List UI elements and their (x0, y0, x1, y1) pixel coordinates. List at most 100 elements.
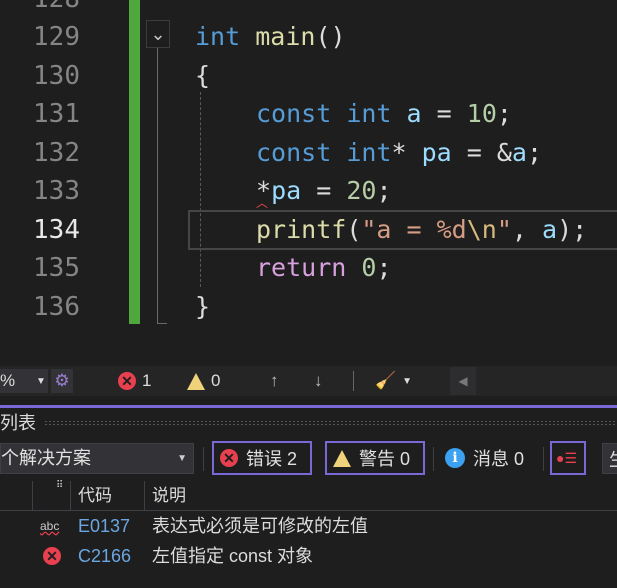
keyword-return: return (256, 253, 347, 282)
zoom-value: % (0, 371, 16, 390)
panel-accent-line (0, 405, 617, 408)
warning-count[interactable]: 0 (187, 371, 220, 391)
error-icon: ✕ (43, 547, 61, 565)
zoom-dropdown[interactable]: % ▼ (0, 369, 48, 393)
collapse-chevron-icon[interactable]: ⌄ (146, 20, 170, 48)
messages-filter-button[interactable]: i 消息 0 (437, 441, 537, 475)
code-line[interactable]: { (195, 57, 210, 96)
operator: = & (451, 138, 512, 167)
variable: a (406, 99, 422, 128)
filter-list-icon: ●☰ (556, 449, 578, 466)
function-name: main (255, 22, 316, 51)
operator: * (391, 138, 422, 167)
error-description: 表达式必须是可修改的左值 (152, 516, 368, 536)
code-line[interactable]: return 0; (256, 249, 392, 288)
string: " (496, 215, 512, 244)
error-row[interactable]: ✕ C2166 左值指定 const 对象 (0, 541, 617, 571)
previous-arrow-icon[interactable]: ↑ (270, 371, 279, 391)
punct: ( (346, 215, 362, 244)
string: "a = %d (361, 215, 467, 244)
messages-filter-label: 消息 0 (473, 449, 525, 469)
line-number: 132 (33, 138, 80, 168)
code-line-current[interactable]: printf("a = %d\n", a); (256, 211, 587, 250)
line-number: 133 (33, 176, 80, 206)
column-divider (144, 481, 145, 511)
warnings-filter-label: 警告 0 (359, 449, 411, 469)
intellicode-icon[interactable]: ⚙ (51, 369, 73, 393)
chevron-down-icon: ▼ (402, 375, 413, 387)
error-icon: ✕ (220, 449, 238, 467)
divider (353, 371, 354, 391)
code-line[interactable]: } (195, 288, 210, 327)
function-name: printf (256, 215, 347, 244)
errors-filter-label: 错误 2 (246, 449, 298, 469)
scope-value: 个解决方案 (1, 448, 91, 468)
divider (543, 447, 544, 471)
punct: ; (376, 176, 392, 205)
keyword: int (346, 99, 392, 128)
keyword: const (256, 138, 332, 167)
punct: ; (526, 138, 543, 167)
indent-guide (200, 92, 201, 287)
line-number: 135 (33, 253, 80, 283)
keyword: int (195, 22, 241, 51)
variable: pa (421, 138, 452, 167)
column-divider (32, 481, 33, 511)
escape: \n (466, 215, 497, 244)
code-line[interactable]: int main() (195, 18, 346, 57)
code-line[interactable]: const int* pa = &a; (256, 134, 542, 173)
intellisense-abc-icon: abc (40, 519, 60, 533)
variable: a (511, 138, 527, 167)
variable: a (542, 215, 558, 244)
column-header-description[interactable]: 说明 (152, 481, 186, 511)
line-number: 129 (33, 22, 80, 52)
chevron-down-icon: ▼ (36, 375, 46, 387)
code-cleanup-brush-icon[interactable]: 🧹 ▼ (375, 371, 412, 391)
warning-count-value: 0 (211, 371, 221, 390)
divider (433, 447, 434, 471)
punct: ; (376, 253, 392, 282)
operator: = (301, 176, 347, 205)
drag-grip[interactable] (44, 420, 617, 426)
code-line[interactable]: const int a = 10; (256, 95, 512, 134)
column-header-code[interactable]: 代码 (78, 481, 112, 511)
line-number-current: 134 (33, 215, 80, 245)
number: 10 (466, 99, 497, 128)
error-count-value: 1 (142, 371, 152, 390)
number: 20 (346, 176, 377, 205)
number: 0 (361, 253, 377, 282)
warnings-filter-button[interactable]: 警告 0 (325, 441, 425, 475)
info-icon: i (445, 448, 465, 468)
error-row[interactable]: abc E0137 表达式必须是可修改的左值 (0, 511, 617, 541)
line-number: 130 (33, 61, 80, 91)
line-number: 128 (0, 0, 80, 19)
keyword: const (256, 99, 332, 128)
errors-filter-button[interactable]: ✕ 错误 2 (212, 441, 312, 475)
code-editor[interactable]: ⌄ 128 129 130 131 132 133 134 135 136 in… (0, 0, 617, 366)
error-list-header: ⠿ 代码 说明 (0, 480, 617, 511)
build-scope-value: 生 (609, 446, 617, 472)
editor-status-toolbar: % ▼ ⚙ ✕ 1 0 ↑ ↓ 🧹 ▼ ◀ (0, 366, 617, 396)
operator: = (421, 99, 467, 128)
code-line[interactable]: *pa = 20; (256, 172, 392, 211)
fold-guide (157, 48, 167, 324)
error-list-title-bar: 列表 (0, 410, 617, 436)
keyword: int (346, 138, 392, 167)
variable: pa (271, 176, 302, 205)
build-scope-dropdown[interactable]: 生 (602, 443, 617, 474)
error-count[interactable]: ✕ 1 (118, 371, 151, 391)
warning-icon (187, 372, 205, 390)
filter-toggle-button[interactable]: ●☰ (550, 441, 586, 475)
warning-icon (333, 449, 351, 467)
error-icon: ✕ (118, 372, 136, 390)
scroll-left-icon[interactable]: ◀ (450, 367, 476, 395)
error-code: E0137 (78, 516, 131, 536)
column-divider (70, 481, 71, 511)
punct: ; (496, 99, 512, 128)
next-arrow-icon[interactable]: ↓ (314, 371, 323, 391)
panel-title: 列表 (0, 413, 36, 433)
scope-dropdown[interactable]: 个解决方案 ▼ (0, 443, 194, 474)
chevron-down-icon: ▼ (177, 453, 187, 464)
column-chooser-icon[interactable]: ⠿ (56, 471, 63, 501)
